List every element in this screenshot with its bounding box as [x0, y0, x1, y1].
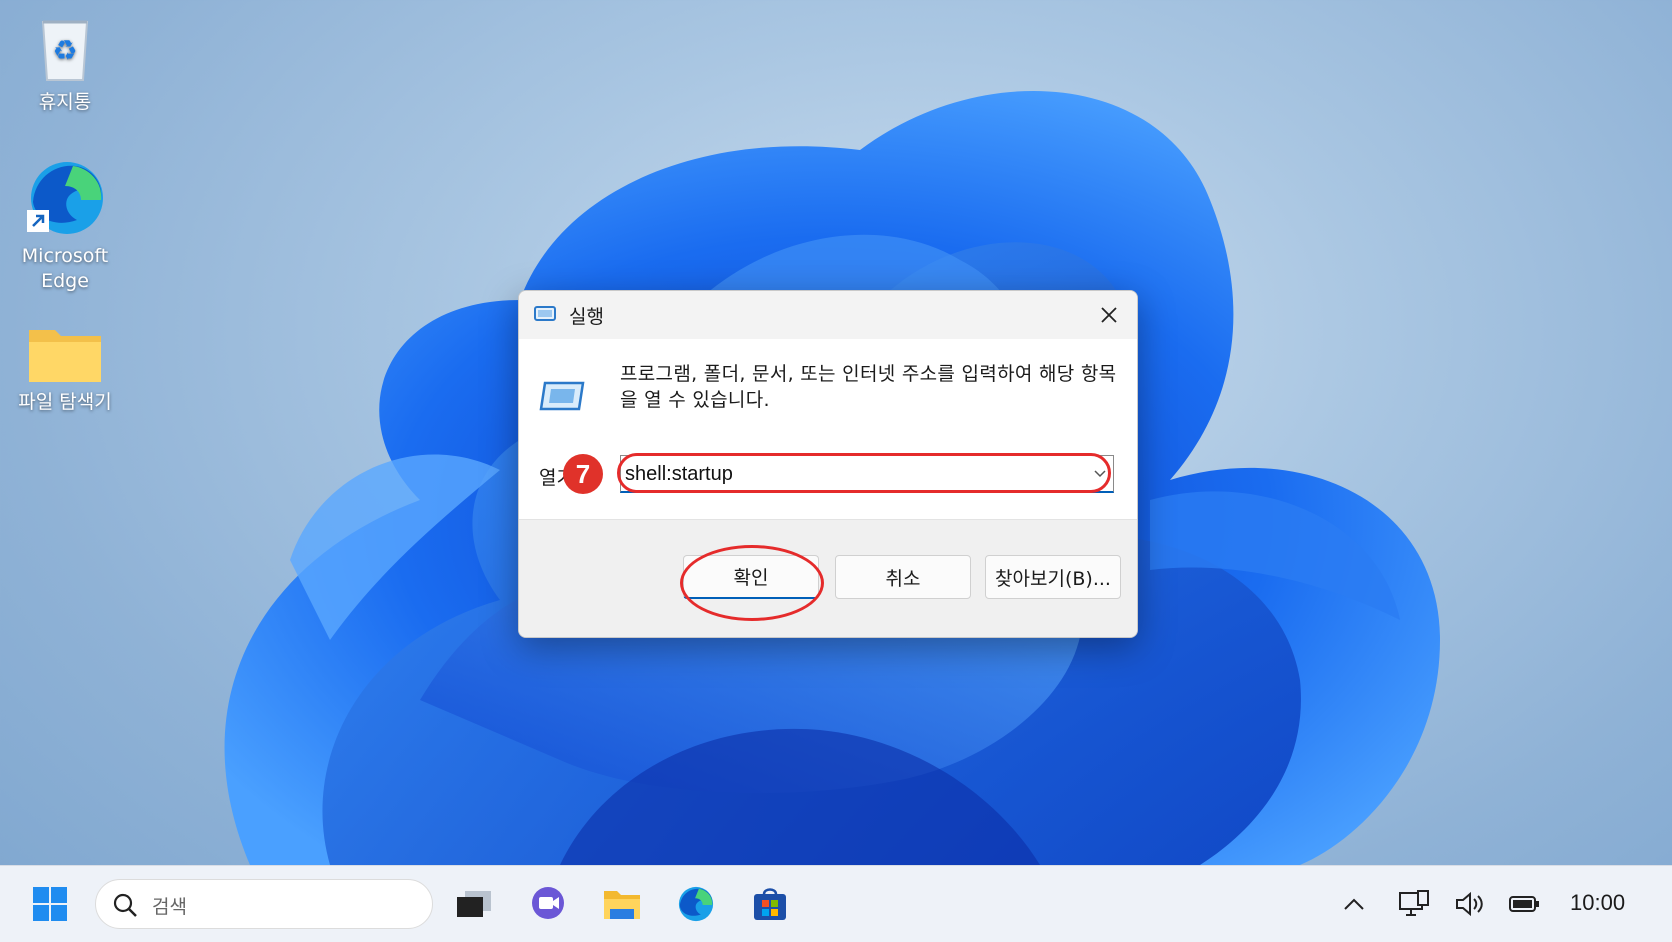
ok-button[interactable]: 확인: [683, 555, 819, 599]
tray-overflow-button[interactable]: [1334, 879, 1374, 929]
chevron-up-icon: [1344, 898, 1364, 910]
run-large-icon: [539, 381, 585, 411]
clock-time[interactable]: 10:00: [1570, 890, 1625, 916]
desktop-icon-recycle-bin[interactable]: ♻ 휴지통: [5, 14, 125, 115]
battery-icon: [1509, 896, 1539, 912]
teams-chat-button[interactable]: [522, 879, 574, 929]
desktop-icon-file-explorer[interactable]: 파일 탐색기: [5, 322, 125, 415]
dialog-title-bar[interactable]: 실행: [519, 291, 1137, 339]
browse-button[interactable]: 찾아보기(B)...: [985, 555, 1121, 599]
open-input[interactable]: [625, 460, 1075, 488]
chevron-down-icon[interactable]: [1093, 466, 1107, 480]
folder-icon: [604, 891, 640, 919]
folder-icon: [29, 330, 101, 382]
edge-label: Microsoft Edge: [21, 245, 109, 292]
store-icon: [754, 888, 786, 920]
run-app-icon: [534, 306, 556, 321]
windows-logo-icon: [33, 887, 67, 921]
edge-icon: [678, 886, 714, 922]
svg-text:♻: ♻: [52, 34, 77, 67]
search-icon: [113, 893, 137, 917]
task-view-icon: [457, 891, 491, 917]
start-button[interactable]: [24, 879, 76, 929]
recycle-bin-label: 휴지통: [38, 91, 92, 113]
network-button[interactable]: [1392, 879, 1436, 929]
store-button[interactable]: [744, 879, 796, 929]
battery-button[interactable]: [1502, 879, 1546, 929]
open-combobox[interactable]: [620, 455, 1114, 493]
network-icon: [1399, 890, 1429, 916]
dialog-body: 프로그램, 폴더, 문서, 또는 인터넷 주소를 입력하여 해당 항목을 열 수…: [519, 339, 1137, 519]
edge-taskbar-button[interactable]: [670, 879, 722, 929]
desktop-icon-edge[interactable]: Microsoft Edge: [5, 158, 125, 294]
close-button[interactable]: [1081, 291, 1137, 339]
taskbar-search[interactable]: 검색: [95, 879, 433, 929]
run-dialog: 실행 프로그램, 폴더, 문서, 또는 인터넷 주소를 입력하여 해당 항목을 …: [518, 290, 1138, 638]
task-view-button[interactable]: [448, 879, 500, 929]
step-badge: 7: [563, 454, 603, 494]
dialog-footer: 확인 취소 찾아보기(B)...: [519, 519, 1137, 637]
search-placeholder: 검색: [152, 896, 187, 918]
file-explorer-button[interactable]: [596, 879, 648, 929]
volume-button[interactable]: [1448, 879, 1492, 929]
dialog-title: 실행: [569, 306, 604, 328]
recycle-bin-icon: ♻: [41, 20, 89, 81]
cancel-button[interactable]: 취소: [835, 555, 971, 599]
file-explorer-label: 파일 탐색기: [18, 391, 112, 413]
close-icon: [1101, 307, 1117, 323]
dialog-description: 프로그램, 폴더, 문서, 또는 인터넷 주소를 입력하여 해당 항목을 열 수…: [620, 363, 1117, 411]
taskbar: 검색 10:00: [0, 865, 1672, 942]
speaker-icon: [1456, 891, 1483, 917]
edge-icon: [27, 162, 103, 234]
chat-icon: [532, 887, 564, 919]
